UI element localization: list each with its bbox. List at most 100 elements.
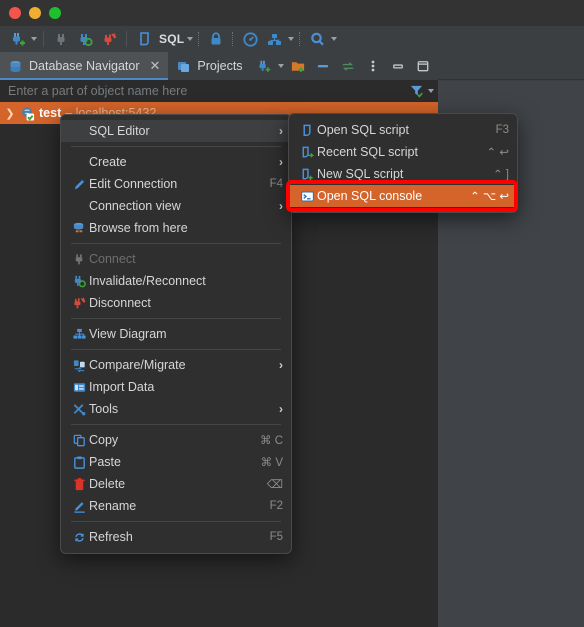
toolbar-dotted-separator	[232, 32, 234, 46]
main-toolbar: SQL	[0, 26, 584, 52]
postgresql-connection-icon	[20, 106, 35, 121]
menu-item-label: Create	[89, 155, 127, 169]
database-tasks-icon[interactable]	[263, 28, 285, 50]
menu-item-shortcut: F5	[269, 531, 283, 543]
menu-item-label: Rename	[89, 499, 137, 513]
menu-separator	[71, 243, 281, 244]
menu-item-disconnect[interactable]: Disconnect	[61, 292, 291, 314]
menu-item-tools[interactable]: Tools ›	[61, 398, 291, 420]
menu-item-create[interactable]: Create ›	[61, 151, 291, 173]
tool-window-actions	[252, 55, 438, 77]
tab-database-navigator[interactable]: Database Navigator ✕	[0, 52, 169, 80]
menu-item-label: Paste	[89, 455, 121, 469]
menu-item-label: Open SQL script	[317, 123, 409, 137]
menu-item-compare-migrate[interactable]: Compare/Migrate ›	[61, 354, 291, 376]
menu-item-shortcut: F4	[269, 178, 283, 190]
menu-item-shortcut: ⌃ ]	[492, 169, 509, 181]
close-tab-icon[interactable]: ✕	[149, 58, 160, 74]
menu-item-copy[interactable]: Copy ⌘ C	[61, 429, 291, 451]
menu-item-shortcut: F3	[495, 124, 509, 136]
menu-item-edit-connection[interactable]: Edit Connection F4	[61, 173, 291, 195]
refresh-icon	[69, 530, 89, 545]
link-editor-icon[interactable]	[337, 55, 359, 77]
menu-item-label: Tools	[89, 402, 119, 416]
tab-database-navigator-label: Database Navigator	[29, 59, 140, 73]
pencil-icon	[69, 177, 89, 192]
disconnect-icon[interactable]	[98, 28, 120, 50]
search-icon[interactable]	[306, 28, 328, 50]
menu-item-label: Open SQL console	[317, 189, 423, 203]
trash-icon	[69, 477, 89, 492]
connect-icon[interactable]	[50, 28, 72, 50]
menu-item-recent-sql-script[interactable]: Recent SQL script ⌃ ↩	[289, 141, 517, 163]
rename-icon	[69, 499, 89, 514]
menu-item-view-diagram[interactable]: View Diagram	[61, 323, 291, 345]
toolbar-dotted-separator	[299, 32, 301, 46]
menu-item-shortcut: ⌫	[266, 479, 283, 491]
collapse-all-icon[interactable]	[312, 55, 334, 77]
close-window-button[interactable]	[9, 7, 21, 19]
editor-tab-bar	[438, 52, 584, 80]
sql-dropdown-caret[interactable]	[187, 37, 194, 41]
filter-dropdown-caret[interactable]	[428, 88, 434, 93]
search-dropdown-caret[interactable]	[331, 37, 338, 41]
new-connection-dropdown-caret[interactable]	[278, 64, 284, 68]
database-tasks-dropdown-caret[interactable]	[288, 37, 295, 41]
search-input[interactable]: Enter a part of object name here	[4, 84, 187, 98]
menu-separator	[71, 318, 281, 319]
new-folder-icon[interactable]	[287, 55, 309, 77]
tab-projects[interactable]: Projects	[168, 52, 250, 80]
menu-item-paste[interactable]: Paste ⌘ V	[61, 451, 291, 473]
menu-item-rename[interactable]: Rename F2	[61, 495, 291, 517]
menu-item-label: Disconnect	[89, 296, 151, 310]
menu-item-label: Browse from here	[89, 221, 188, 235]
compare-icon	[69, 358, 89, 373]
menu-item-new-sql-script[interactable]: New SQL script ⌃ ]	[289, 163, 517, 185]
context-menu: SQL Editor › Create › Edit Connection F4…	[60, 114, 292, 554]
sql-editor-icon[interactable]	[133, 28, 155, 50]
sql-script-new-icon	[297, 167, 317, 182]
more-options-icon[interactable]	[362, 55, 384, 77]
minimize-window-button[interactable]	[29, 7, 41, 19]
reconnect-icon[interactable]	[74, 28, 96, 50]
menu-item-label: Copy	[89, 433, 119, 447]
sql-script-open-icon	[297, 123, 317, 138]
object-filter-row[interactable]: Enter a part of object name here	[0, 80, 438, 102]
new-connection-dropdown-caret[interactable]	[31, 37, 37, 41]
new-connection-icon[interactable]	[252, 55, 274, 77]
expand-arrow-icon[interactable]: ❯	[4, 107, 16, 120]
tools-icon	[69, 402, 89, 417]
database-navigator-icon	[8, 59, 23, 74]
chevron-right-icon: ›	[279, 358, 283, 372]
menu-item-label: Import Data	[89, 380, 155, 394]
menu-item-invalidate-reconnect[interactable]: Invalidate/Reconnect	[61, 270, 291, 292]
menu-item-refresh[interactable]: Refresh F5	[61, 526, 291, 548]
toolbar-separator	[43, 31, 44, 47]
tool-window-tab-bar: Database Navigator ✕ Projects	[0, 52, 438, 80]
minimize-window-icon[interactable]	[387, 55, 409, 77]
title-bar	[0, 0, 584, 26]
menu-item-browse-from-here[interactable]: Browse from here	[61, 217, 291, 239]
menu-item-connection-view[interactable]: Connection view ›	[61, 195, 291, 217]
menu-item-sql-editor[interactable]: SQL Editor ›	[61, 120, 291, 142]
menu-item-label: Compare/Migrate	[89, 358, 186, 372]
menu-item-delete[interactable]: Delete ⌫	[61, 473, 291, 495]
plug-refresh-icon	[69, 274, 89, 289]
menu-item-shortcut: F2	[269, 500, 283, 512]
diagram-icon	[69, 327, 89, 342]
menu-item-label: Connect	[89, 252, 136, 266]
menu-item-label: Invalidate/Reconnect	[89, 274, 206, 288]
maximize-window-icon[interactable]	[412, 55, 434, 77]
menu-item-import-data[interactable]: Import Data	[61, 376, 291, 398]
new-connection-icon[interactable]	[6, 28, 28, 50]
menu-item-open-sql-console[interactable]: Open SQL console ⌃ ⌥ ↩	[289, 185, 517, 207]
sql-toolbar-label: SQL	[159, 32, 185, 46]
menu-item-open-sql-script[interactable]: Open SQL script F3	[289, 119, 517, 141]
commit-lock-icon[interactable]	[205, 28, 227, 50]
zoom-window-button[interactable]	[49, 7, 61, 19]
projects-icon	[176, 59, 191, 74]
plug-broken-icon	[69, 296, 89, 311]
filter-icon[interactable]	[409, 83, 424, 98]
transaction-mode-icon[interactable]	[239, 28, 261, 50]
paste-icon	[69, 455, 89, 470]
